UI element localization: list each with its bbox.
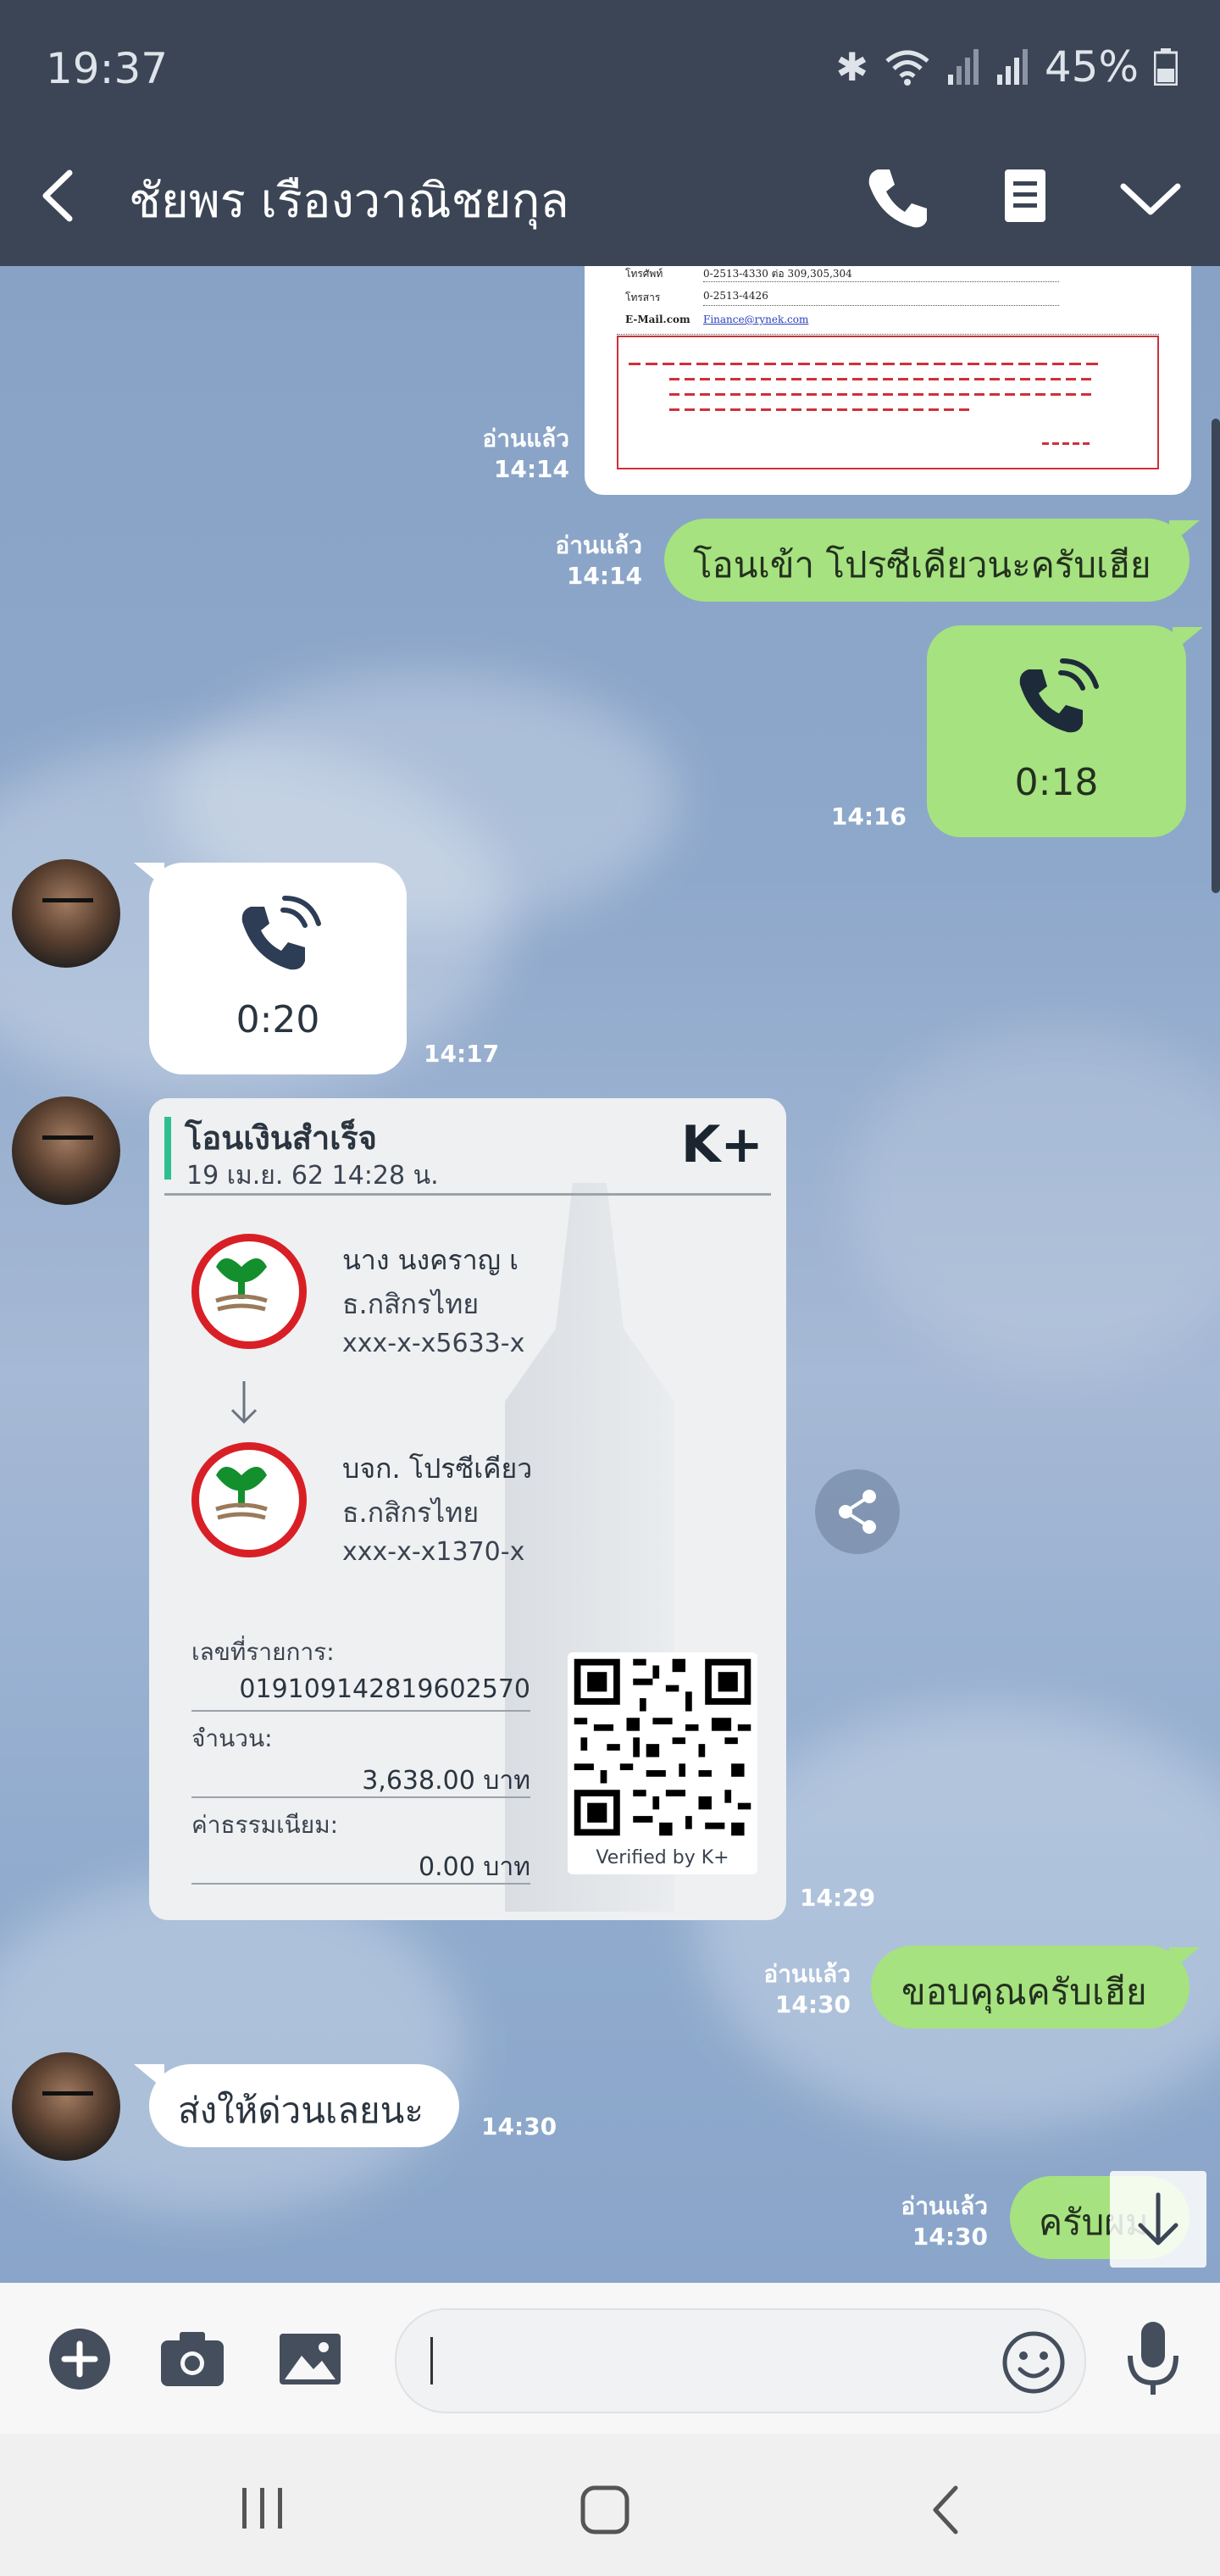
message-time: 14:30 bbox=[481, 2112, 557, 2140]
share-icon bbox=[839, 1490, 876, 1534]
plus-icon[interactable] bbox=[46, 2325, 114, 2393]
phone-call-icon bbox=[241, 896, 321, 970]
call-bubble-incoming[interactable]: 0:20 bbox=[149, 863, 407, 1074]
ref-label: เลขที่รายการ: bbox=[191, 1638, 335, 1666]
chat-header: ชัยพร เรืองวาณิชยกุล bbox=[0, 124, 1220, 266]
call-in-meta: 14:17 bbox=[424, 1039, 508, 1069]
ref-value: 019109142819602570 bbox=[239, 1674, 530, 1704]
m1-meta: อ่านแล้ว 14:14 bbox=[530, 530, 642, 591]
share-button[interactable] bbox=[815, 1469, 900, 1554]
doc-fax-label: โทรสาร bbox=[625, 291, 661, 303]
message-time: 14:17 bbox=[424, 1040, 500, 1068]
back-arrow-icon[interactable] bbox=[34, 166, 85, 225]
message-text: โอนเข้า โปรซีเคียวนะครับเฮีย bbox=[693, 544, 1151, 586]
contact-name: ชัยพร เรืองวาณิชยกุล bbox=[129, 174, 569, 229]
doc-notice-box bbox=[617, 336, 1159, 469]
message-time: 14:29 bbox=[800, 1884, 876, 1912]
to-bank: ธ.กสิกรไทย bbox=[342, 1496, 480, 1529]
chat-area[interactable]: โทรศัพท์ 0-2513-4330 ต่อ 309,305,304 โทร… bbox=[0, 266, 1220, 2283]
bluetooth-icon: ✱ bbox=[835, 44, 868, 90]
phone-call-icon bbox=[1019, 658, 1099, 733]
status-time: 19:37 bbox=[46, 44, 169, 93]
kbank-logo-icon bbox=[191, 1234, 307, 1349]
signal-icon-2 bbox=[996, 49, 1028, 85]
microphone-icon[interactable] bbox=[1123, 2317, 1183, 2401]
from-account: xxx-x-x5633-x bbox=[342, 1329, 525, 1358]
fee-label: ค่าธรรมเนียม: bbox=[191, 1811, 339, 1839]
read-receipt: อ่านแล้ว bbox=[763, 1960, 851, 1988]
battery-icon bbox=[1154, 48, 1178, 86]
doc-fax-value: 0-2513-4426 bbox=[703, 290, 768, 302]
phone-icon[interactable] bbox=[864, 164, 932, 232]
slip-meta: 14:29 bbox=[800, 1883, 884, 1913]
amount-label: จำนวน: bbox=[191, 1724, 273, 1752]
transfer-slip-image[interactable]: โอนเงินสำเร็จ 19 เม.ย. 62 14:28 น. K+ นา… bbox=[149, 1098, 786, 1920]
qr-pattern bbox=[574, 1658, 751, 1836]
message-time: 14:14 bbox=[493, 455, 569, 483]
from-bank: ธ.กสิกรไทย bbox=[342, 1288, 480, 1320]
read-receipt: อ่านแล้ว bbox=[482, 425, 569, 452]
wifi-icon bbox=[885, 50, 929, 86]
doc-email-value: Finance@rynek.com bbox=[703, 314, 809, 325]
notes-icon[interactable] bbox=[1000, 166, 1051, 225]
signal-icon bbox=[947, 49, 979, 85]
doc-email-label: E-Mail.com bbox=[625, 314, 690, 325]
status-bar: 19:37 ✱ 45% bbox=[0, 0, 1220, 124]
amount-value: 3,638.00 บาท bbox=[362, 1766, 530, 1796]
last-meta: อ่านแล้ว 14:30 bbox=[874, 2191, 988, 2252]
send-meta: 14:30 bbox=[481, 2112, 566, 2142]
call-out-meta: 14:16 bbox=[813, 802, 907, 832]
scrollbar[interactable] bbox=[1212, 419, 1220, 893]
read-receipt: อ่านแล้ว bbox=[901, 2192, 988, 2220]
battery-percent: 45% bbox=[1044, 42, 1139, 92]
fee-value: 0.00 บาท bbox=[419, 1852, 530, 1882]
emoji-icon[interactable] bbox=[1000, 2329, 1068, 2396]
doc-meta: อ่านแล้ว 14:14 bbox=[458, 424, 569, 485]
recent-apps-icon[interactable] bbox=[237, 2484, 288, 2532]
message-composer bbox=[0, 2283, 1220, 2434]
message-time: 14:30 bbox=[774, 1990, 851, 2018]
verified-text: Verified by K+ bbox=[596, 1847, 729, 1868]
call-duration: 0:18 bbox=[1014, 761, 1099, 804]
doc-tel-label: โทรศัพท์ bbox=[625, 268, 663, 280]
qr-code: Verified by K+ bbox=[568, 1652, 757, 1874]
message-time: 14:16 bbox=[830, 802, 907, 830]
slip-date: 19 เม.ย. 62 14:28 น. bbox=[186, 1161, 439, 1191]
message-time: 14:30 bbox=[912, 2223, 988, 2251]
to-account: xxx-x-x1370-x bbox=[342, 1537, 525, 1567]
chevron-down-icon[interactable] bbox=[1117, 178, 1184, 220]
message-text: ขอบคุณครับเฮีย bbox=[901, 1971, 1147, 2012]
avatar[interactable] bbox=[12, 859, 120, 968]
read-receipt: อ่านแล้ว bbox=[555, 531, 642, 559]
document-image-message[interactable]: โทรศัพท์ 0-2513-4330 ต่อ 309,305,304 โทร… bbox=[585, 266, 1191, 495]
to-name: บจก. โปรซีเคียว bbox=[342, 1452, 533, 1485]
message-bubble-send-quickly[interactable]: ส่งให้ด่วนเลยนะ bbox=[149, 2064, 459, 2147]
message-time: 14:14 bbox=[566, 562, 642, 590]
arrow-down-icon bbox=[1138, 2192, 1178, 2246]
doc-tel-value: 0-2513-4330 ต่อ 309,305,304 bbox=[703, 268, 852, 280]
camera-icon[interactable] bbox=[158, 2329, 227, 2390]
back-nav-icon[interactable] bbox=[929, 2484, 962, 2535]
message-input[interactable] bbox=[395, 2308, 1086, 2413]
arrow-down-icon bbox=[230, 1381, 258, 1424]
kbank-logo-icon bbox=[191, 1442, 307, 1557]
kplus-logo: K+ bbox=[681, 1115, 763, 1174]
home-icon[interactable] bbox=[580, 2484, 630, 2535]
message-bubble-thanks[interactable]: ขอบคุณครับเฮีย bbox=[871, 1946, 1190, 2029]
status-icons: ✱ 45% bbox=[835, 42, 1178, 92]
message-bubble-m1[interactable]: โอนเข้า โปรซีเคียวนะครับเฮีย bbox=[664, 519, 1190, 602]
call-bubble-outgoing[interactable]: 0:18 bbox=[927, 625, 1186, 837]
message-text: ส่งให้ด่วนเลยนะ bbox=[178, 2090, 424, 2131]
android-nav-bar bbox=[0, 2434, 1220, 2576]
call-duration: 0:20 bbox=[236, 998, 320, 1041]
image-icon[interactable] bbox=[276, 2329, 344, 2390]
thanks-meta: อ่านแล้ว 14:30 bbox=[737, 1959, 851, 2020]
from-name: นาง นงคราญ เ bbox=[342, 1244, 519, 1276]
avatar[interactable] bbox=[12, 2052, 120, 2161]
scroll-to-bottom-button[interactable] bbox=[1110, 2171, 1206, 2268]
avatar[interactable] bbox=[12, 1096, 120, 1205]
